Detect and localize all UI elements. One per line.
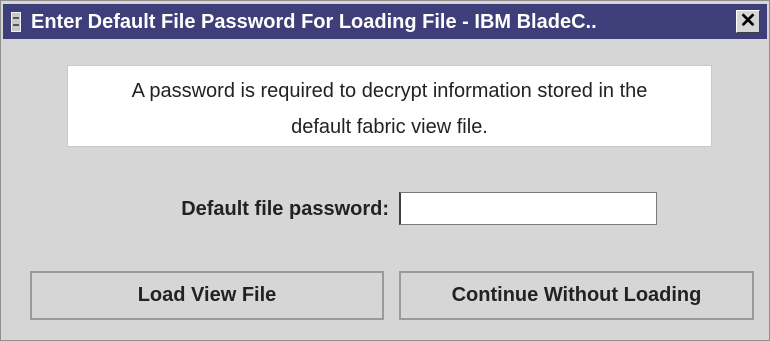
- window-title: Enter Default File Password For Loading …: [31, 11, 597, 33]
- password-label: Default file password:: [181, 198, 389, 220]
- message-line-1: A password is required to decrypt inform…: [131, 80, 648, 102]
- info-message-box: A password is required to decrypt inform…: [67, 65, 712, 147]
- password-dialog: Enter Default File Password For Loading …: [0, 0, 770, 341]
- java-window-icon: [11, 12, 21, 32]
- load-view-file-button[interactable]: Load View File: [30, 271, 384, 320]
- password-input[interactable]: [399, 192, 657, 225]
- close-button[interactable]: ✕: [736, 10, 760, 33]
- message-line-2: default fabric view file.: [291, 116, 488, 138]
- title-bar[interactable]: Enter Default File Password For Loading …: [3, 4, 767, 39]
- close-icon: ✕: [739, 10, 757, 32]
- continue-without-loading-button[interactable]: Continue Without Loading: [399, 271, 754, 320]
